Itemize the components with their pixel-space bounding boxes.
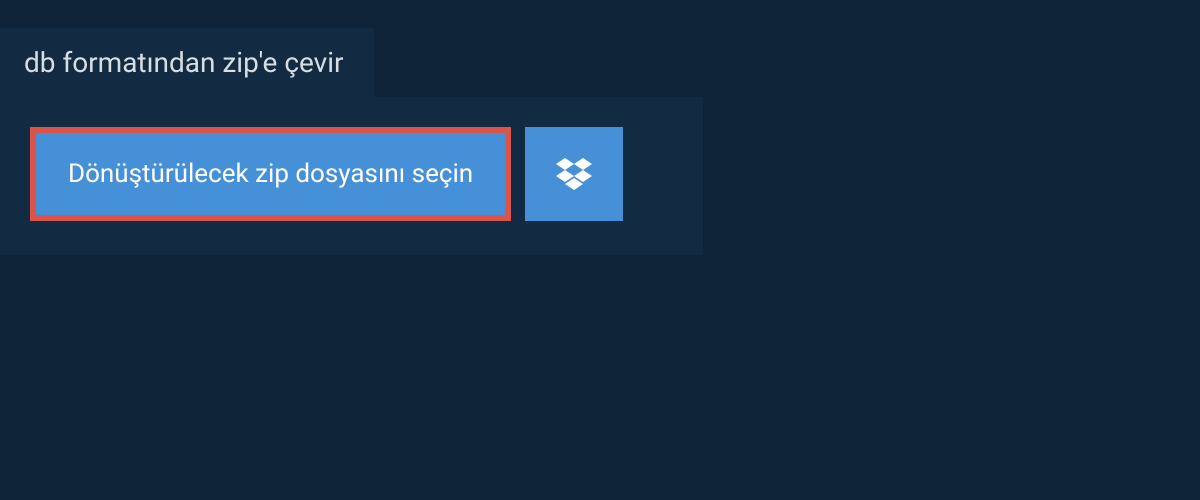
upload-panel: Dönüştürülecek zip dosyasını seçin	[0, 97, 703, 255]
dropbox-button[interactable]	[525, 127, 623, 221]
dropbox-icon	[556, 158, 592, 190]
button-row: Dönüştürülecek zip dosyasını seçin	[30, 127, 673, 221]
header-tab: db formatından zip'e çevir	[0, 28, 374, 97]
page-title: db formatından zip'e çevir	[24, 46, 344, 79]
select-file-button[interactable]: Dönüştürülecek zip dosyasını seçin	[30, 127, 511, 221]
